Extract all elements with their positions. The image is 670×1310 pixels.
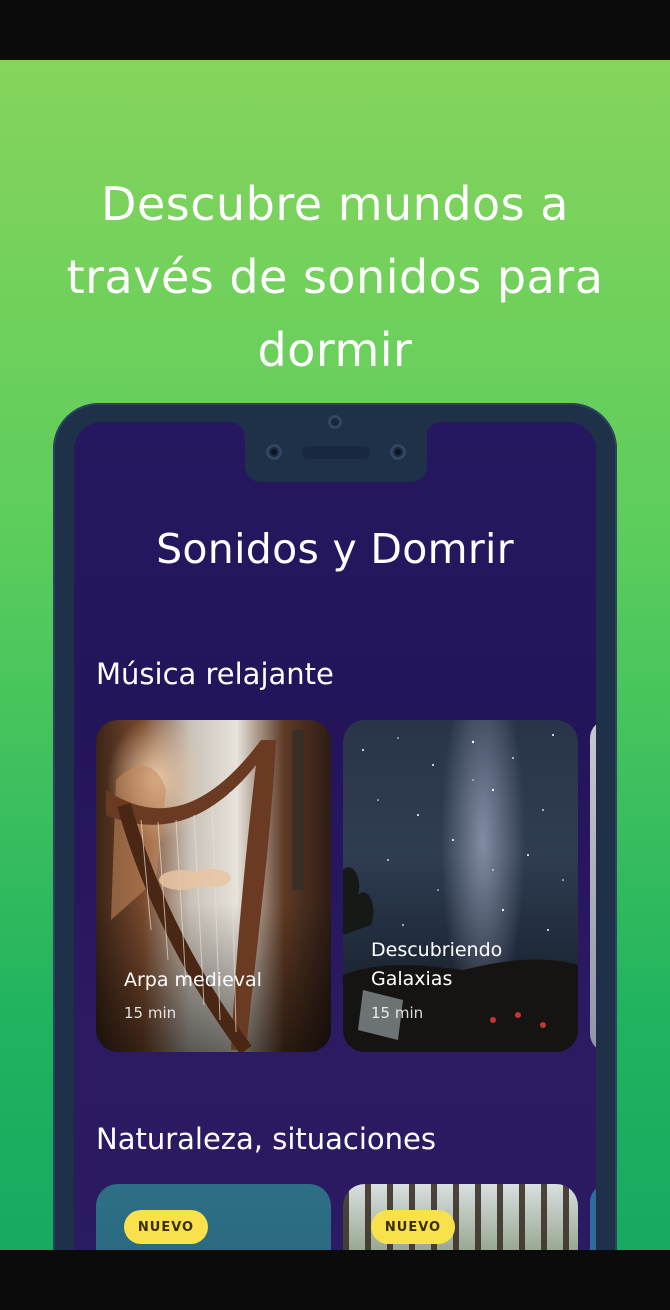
phone-screen: Sonidos y Domrir Música relajante Arpa m… <box>74 422 596 1250</box>
promo-headline: Descubre mundos a través de sonidos para… <box>66 177 604 377</box>
screen-title: Sonidos y Domrir <box>156 525 514 573</box>
section-title-nature: Naturaleza, situaciones <box>96 1122 436 1156</box>
card-descubriendo-galaxias[interactable]: Descubriendo Galaxias 15 min <box>343 720 578 1052</box>
notch-corner-right <box>426 422 440 436</box>
card-duration: 15 min <box>124 1004 177 1022</box>
card-arpa-medieval[interactable]: Arpa medieval 15 min <box>96 720 331 1052</box>
sensor-left-icon <box>266 444 282 460</box>
top-black-bar <box>0 0 670 60</box>
card-title-line1: Descubriendo <box>371 939 503 961</box>
bottom-black-bar <box>0 1250 670 1310</box>
front-camera-icon <box>328 415 342 429</box>
section-title-relaxing-music: Música relajante <box>96 657 334 691</box>
promo-banner: Descubre mundos a través de sonidos para… <box>0 60 670 1250</box>
harp-image <box>106 730 304 1052</box>
new-badge: NUEVO <box>124 1210 208 1244</box>
card-peek-next[interactable] <box>590 720 596 1052</box>
card-duration: 15 min <box>371 1004 424 1022</box>
sensor-right-icon <box>390 444 406 460</box>
galaxy-image <box>343 734 578 1052</box>
card-peek-next-2[interactable] <box>590 1184 596 1250</box>
notch-corner-left <box>231 422 245 436</box>
card-title-line2: Galaxias <box>371 968 453 990</box>
card-nature-sea[interactable]: NUEVO <box>96 1184 331 1250</box>
speaker-grille <box>302 446 370 459</box>
new-badge: NUEVO <box>371 1210 455 1244</box>
card-nature-forest[interactable]: NUEVO <box>343 1184 578 1250</box>
card-title: Arpa medieval <box>124 969 262 991</box>
phone-mockup: Sonidos y Domrir Música relajante Arpa m… <box>53 403 617 1250</box>
